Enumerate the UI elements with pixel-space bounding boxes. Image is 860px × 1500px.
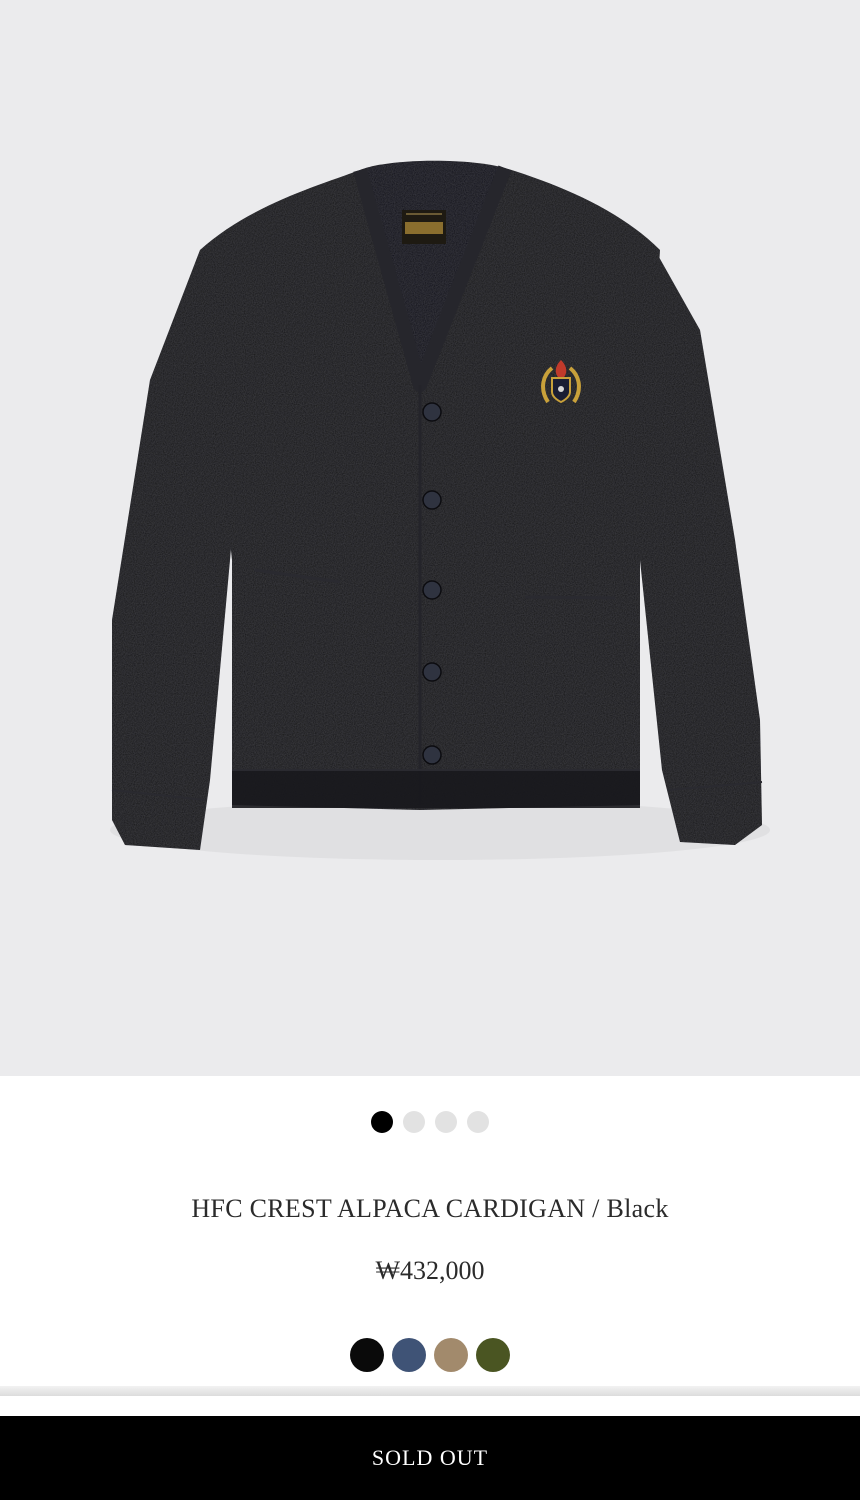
cardigan-illustration <box>110 160 770 860</box>
product-image[interactable] <box>0 0 860 1076</box>
pagination-dot-2[interactable] <box>403 1111 425 1133</box>
sold-out-button[interactable]: SOLD OUT <box>0 1416 860 1500</box>
color-swatches <box>0 1338 860 1372</box>
pagination-dot-4[interactable] <box>467 1111 489 1133</box>
swatch-navy[interactable] <box>392 1338 426 1372</box>
divider <box>0 1386 860 1396</box>
product-price: ₩432,000 <box>375 1256 485 1285</box>
image-pagination <box>0 1111 860 1133</box>
swatch-beige[interactable] <box>434 1338 468 1372</box>
swatch-olive[interactable] <box>476 1338 510 1372</box>
pagination-dot-1[interactable] <box>371 1111 393 1133</box>
product-title: HFC CREST ALPACA CARDIGAN / Black <box>191 1194 669 1223</box>
swatch-black[interactable] <box>350 1338 384 1372</box>
pagination-dot-3[interactable] <box>435 1111 457 1133</box>
sold-out-label: SOLD OUT <box>371 1445 489 1470</box>
